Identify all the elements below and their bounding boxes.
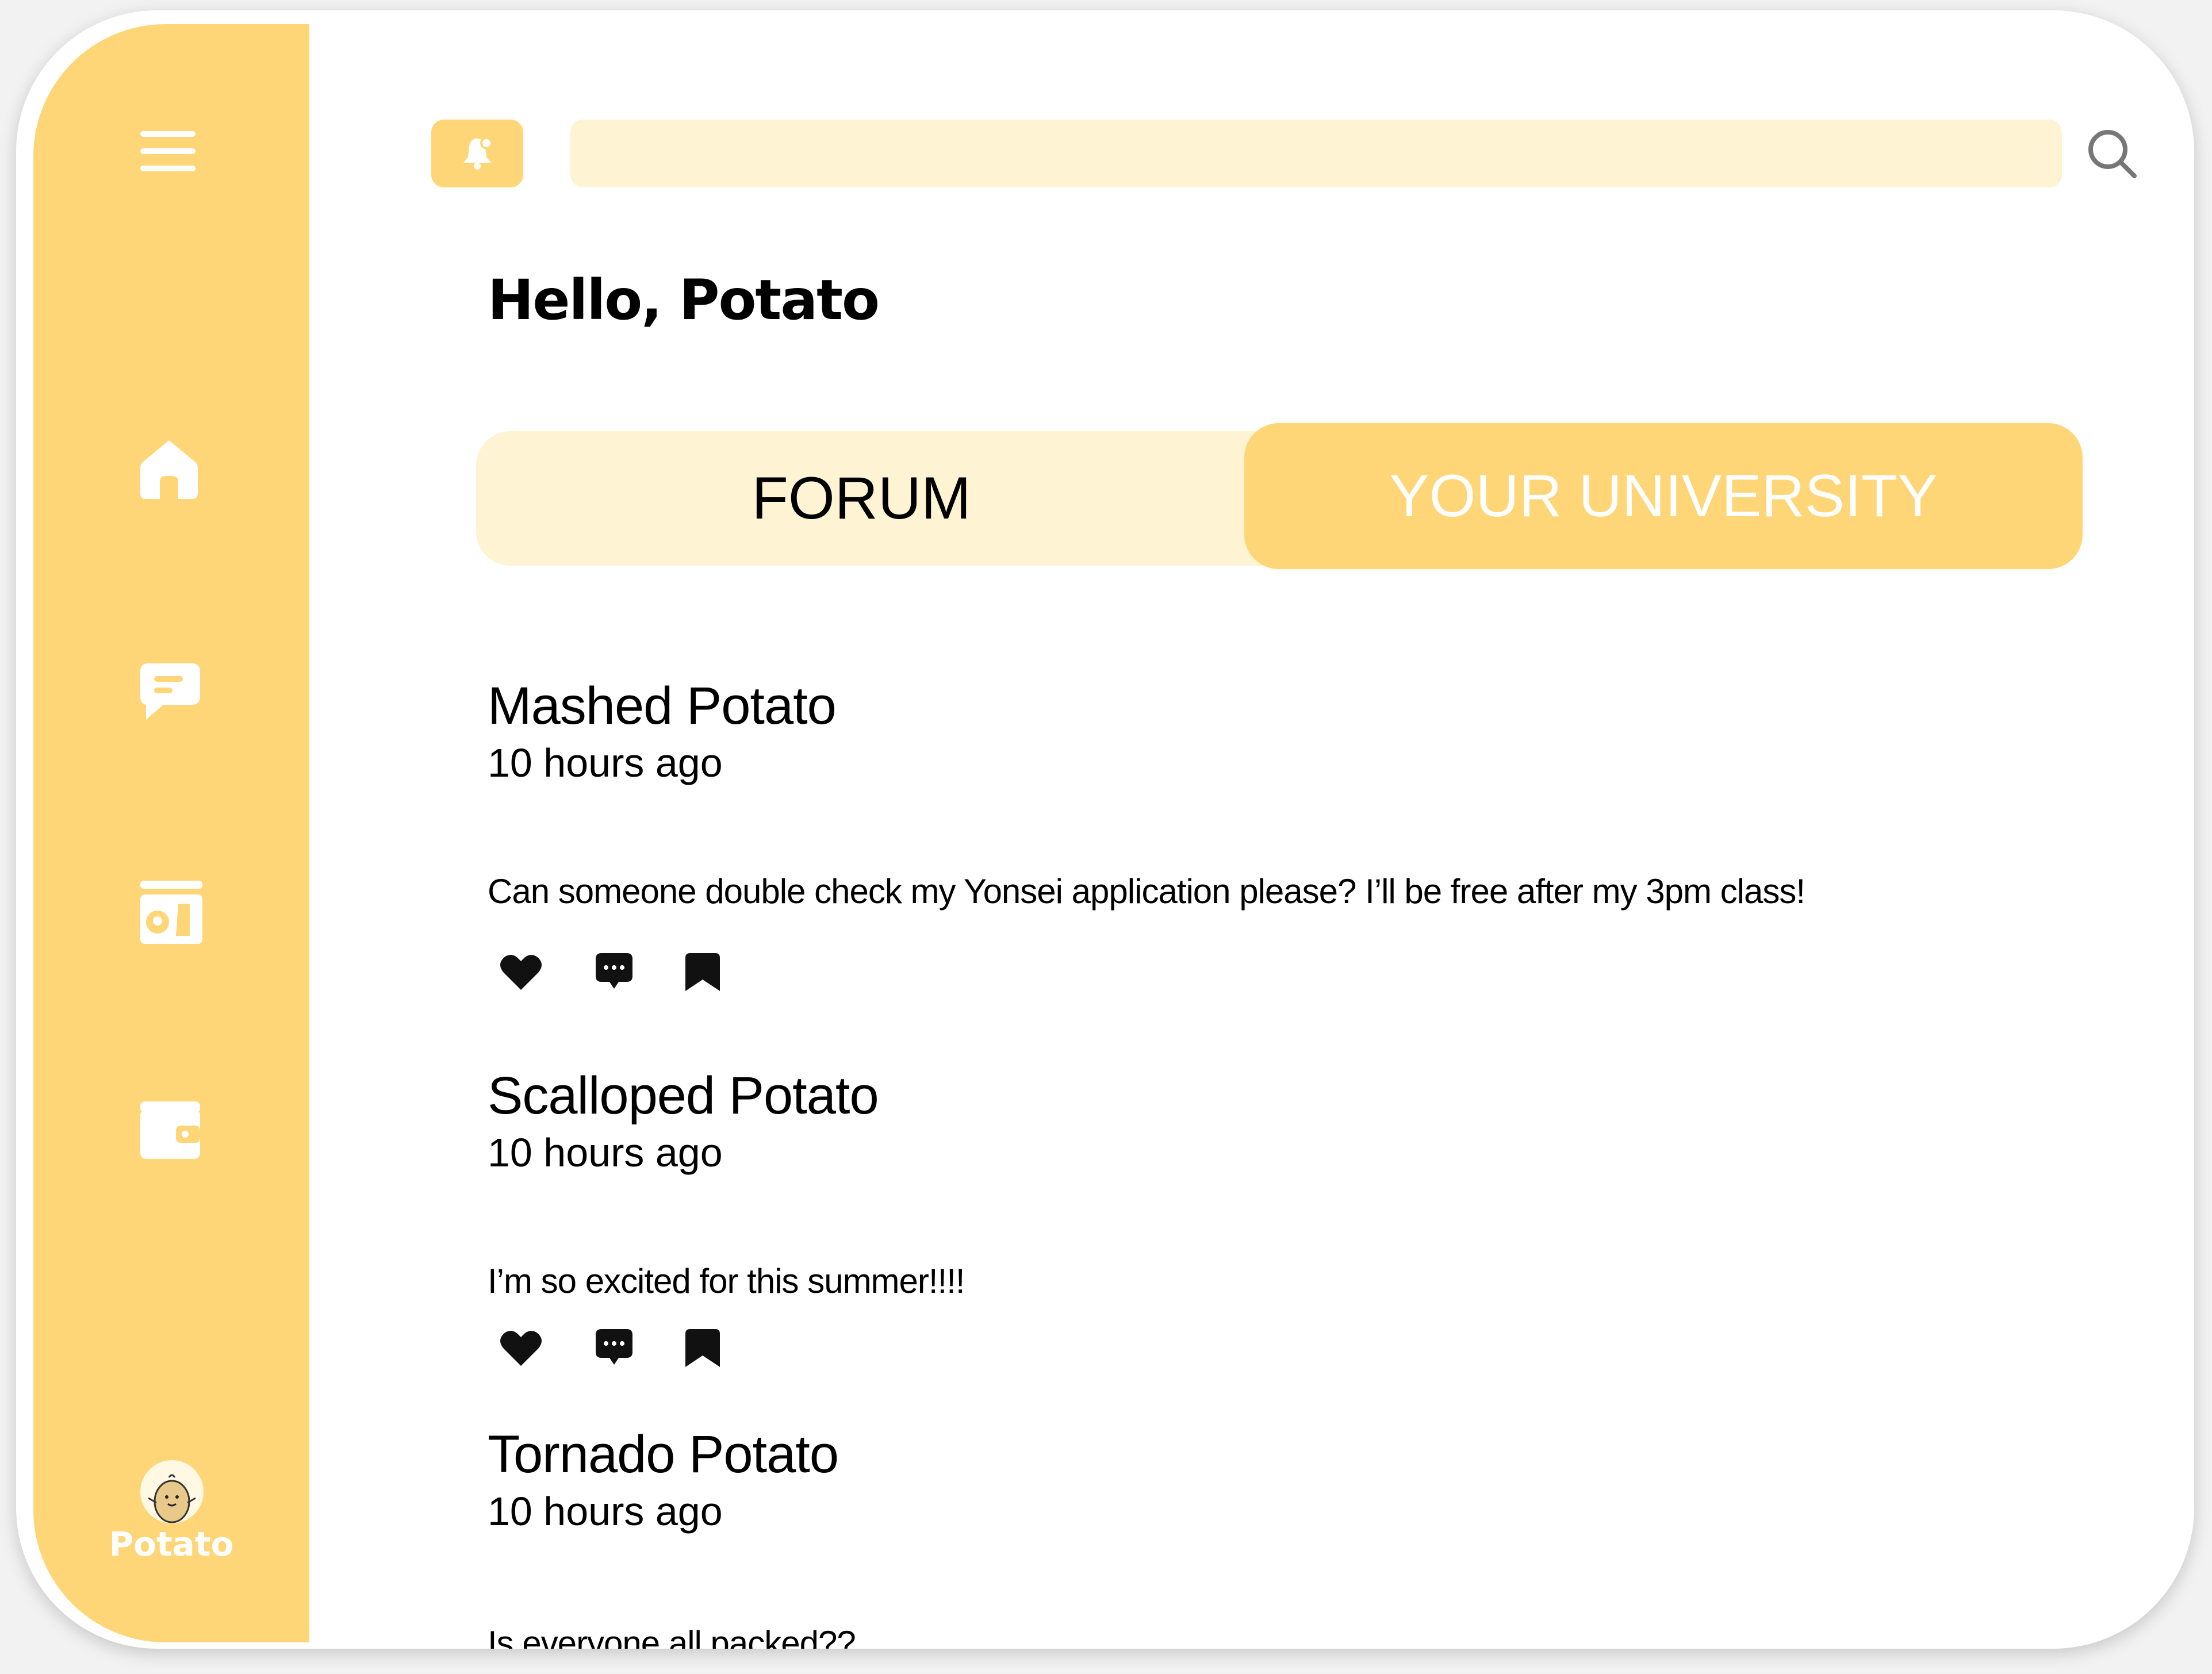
list-item: Scalloped Potato 10 hours ago I’m so exc… (488, 1066, 2040, 1367)
search-input[interactable] (570, 120, 2062, 187)
menu-icon[interactable] (140, 131, 195, 171)
tab-forum[interactable]: FORUM (476, 431, 1247, 566)
heart-icon[interactable] (499, 953, 543, 993)
post-actions (499, 953, 720, 993)
post-author: Tornado Potato (488, 1425, 839, 1484)
post-author: Mashed Potato (488, 677, 837, 735)
post-time: 10 hours ago (488, 1489, 723, 1534)
comment-icon[interactable] (596, 1329, 632, 1369)
post-body-clip: Is everyone all packed?? (476, 1614, 2086, 1649)
bookmark-icon[interactable] (685, 1329, 720, 1369)
list-item: Mashed Potato 10 hours ago Can someone d… (488, 677, 2040, 991)
post-body: Is everyone all packed?? (488, 1624, 856, 1649)
home-icon[interactable] (140, 438, 198, 501)
list-item: Tornado Potato 10 hours ago (488, 1425, 2040, 1534)
search-icon[interactable] (2086, 128, 2138, 182)
avatar[interactable] (140, 1460, 204, 1523)
comment-icon[interactable] (596, 953, 632, 993)
bookmark-icon[interactable] (685, 953, 720, 993)
sidebar: Potato (33, 24, 309, 1642)
heart-icon[interactable] (499, 1329, 543, 1369)
post-body: Can someone double check my Yonsei appli… (488, 872, 1805, 911)
wallet-icon[interactable] (140, 1101, 200, 1159)
bell-icon (463, 137, 493, 170)
app-window: Potato Hello, Potato FORUM YOUR UNIVERSI… (16, 10, 2194, 1649)
post-time: 10 hours ago (488, 740, 723, 786)
tab-bar: FORUM YOUR UNIVERSITY (476, 423, 2083, 569)
map-icon[interactable] (140, 881, 202, 944)
post-actions (499, 1329, 720, 1369)
post-body: I’m so excited for this summer!!!! (488, 1262, 965, 1300)
post-author: Scalloped Potato (488, 1066, 879, 1125)
user-name-label: Potato (109, 1525, 234, 1564)
chat-icon[interactable] (140, 663, 200, 721)
tab-your-university[interactable]: YOUR UNIVERSITY (1244, 423, 2083, 569)
post-time: 10 hours ago (488, 1130, 723, 1176)
page-title: Hello, Potato (488, 268, 880, 332)
notification-button[interactable] (431, 120, 523, 187)
potato-mascot-icon (148, 1474, 196, 1523)
